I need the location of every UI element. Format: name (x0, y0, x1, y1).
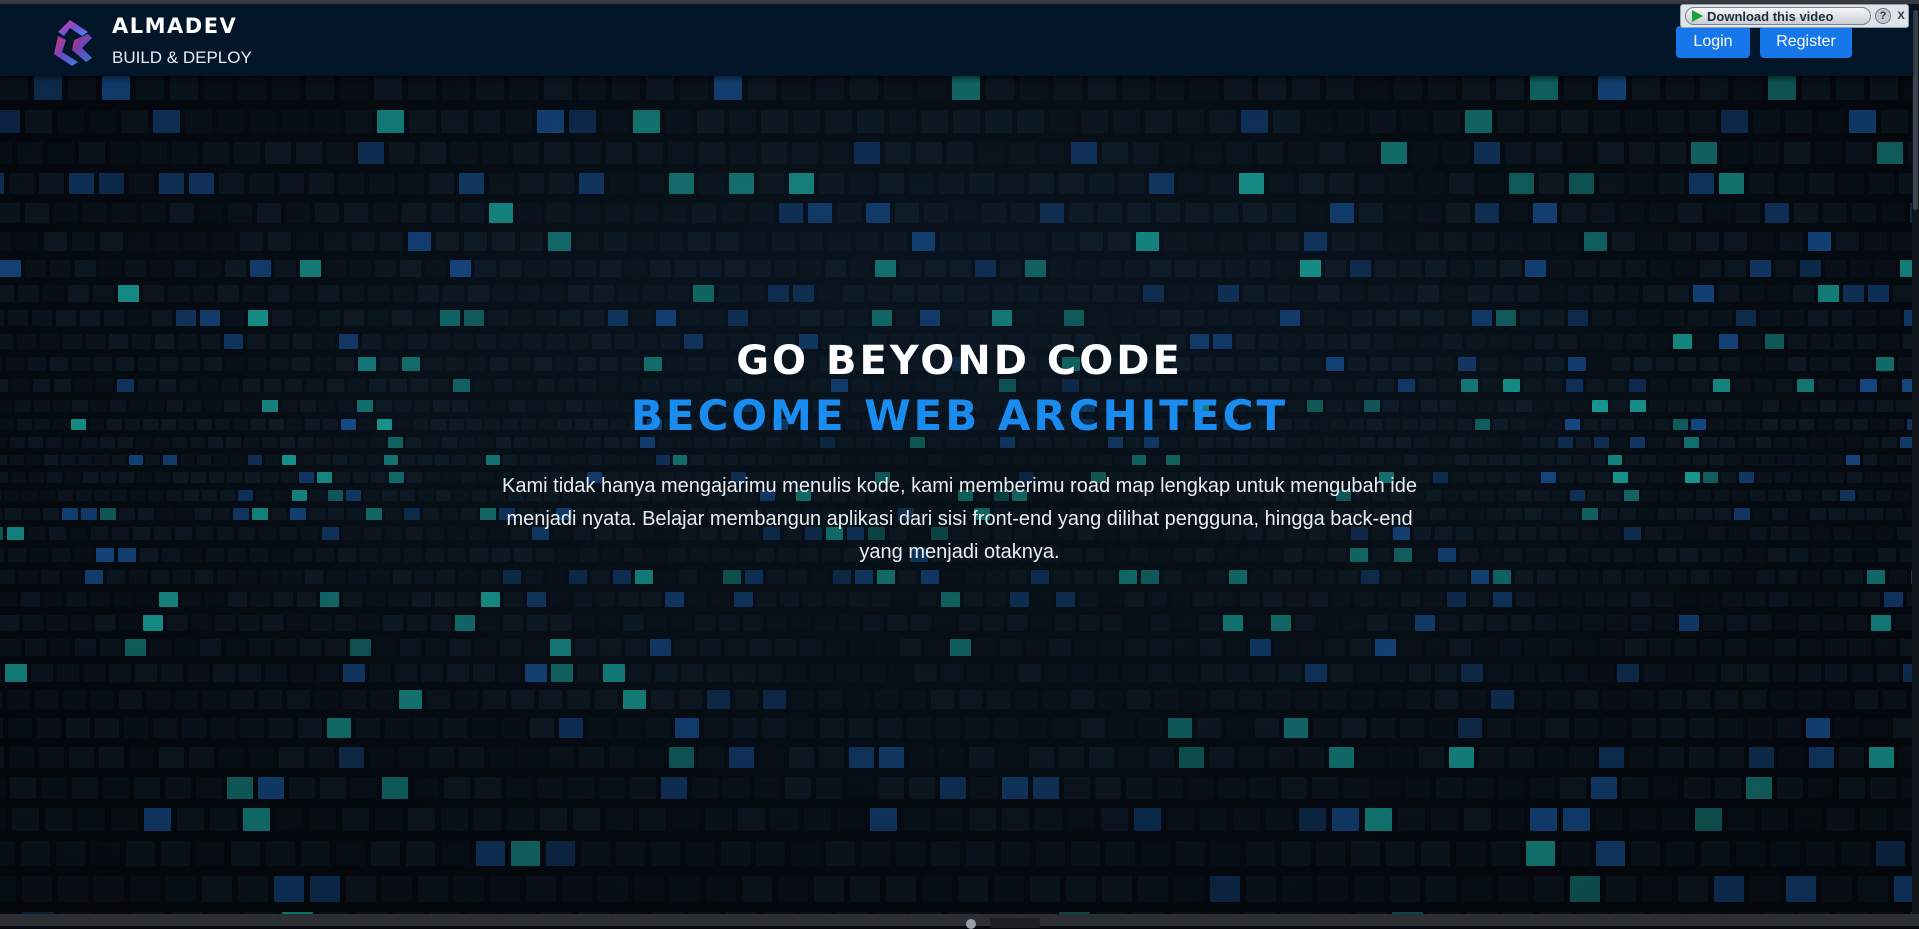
play-icon (1692, 10, 1703, 22)
video-download-toolbar: Download this video ? X (1680, 4, 1909, 28)
brand-tagline: BUILD & DEPLOY (112, 48, 252, 67)
scrollbar-thumb[interactable] (1913, 10, 1918, 210)
hero-subheadline: BECOME WEB ARCHITECT (630, 391, 1289, 440)
navbar: ALMADEV BUILD & DEPLOY Login Register (0, 4, 1912, 76)
status-indicator-icon (966, 919, 976, 929)
page-scrollbar[interactable] (1912, 4, 1919, 914)
brand-name[interactable]: ALMADEV (112, 14, 237, 38)
register-button[interactable]: Register (1760, 26, 1852, 58)
almadev-logo-icon[interactable] (52, 18, 98, 68)
download-video-label: Download this video (1707, 8, 1834, 24)
help-icon[interactable]: ? (1875, 8, 1891, 24)
close-icon[interactable]: X (1893, 8, 1909, 24)
login-button[interactable]: Login (1676, 26, 1750, 58)
hero-headline: GO BEYOND CODE (736, 338, 1183, 384)
download-video-button[interactable]: Download this video (1685, 7, 1871, 25)
bottom-status-bar (0, 914, 1919, 929)
hero-description: Kami tidak hanya mengajarimu menulis kod… (502, 475, 1417, 563)
status-pill (990, 918, 1040, 928)
